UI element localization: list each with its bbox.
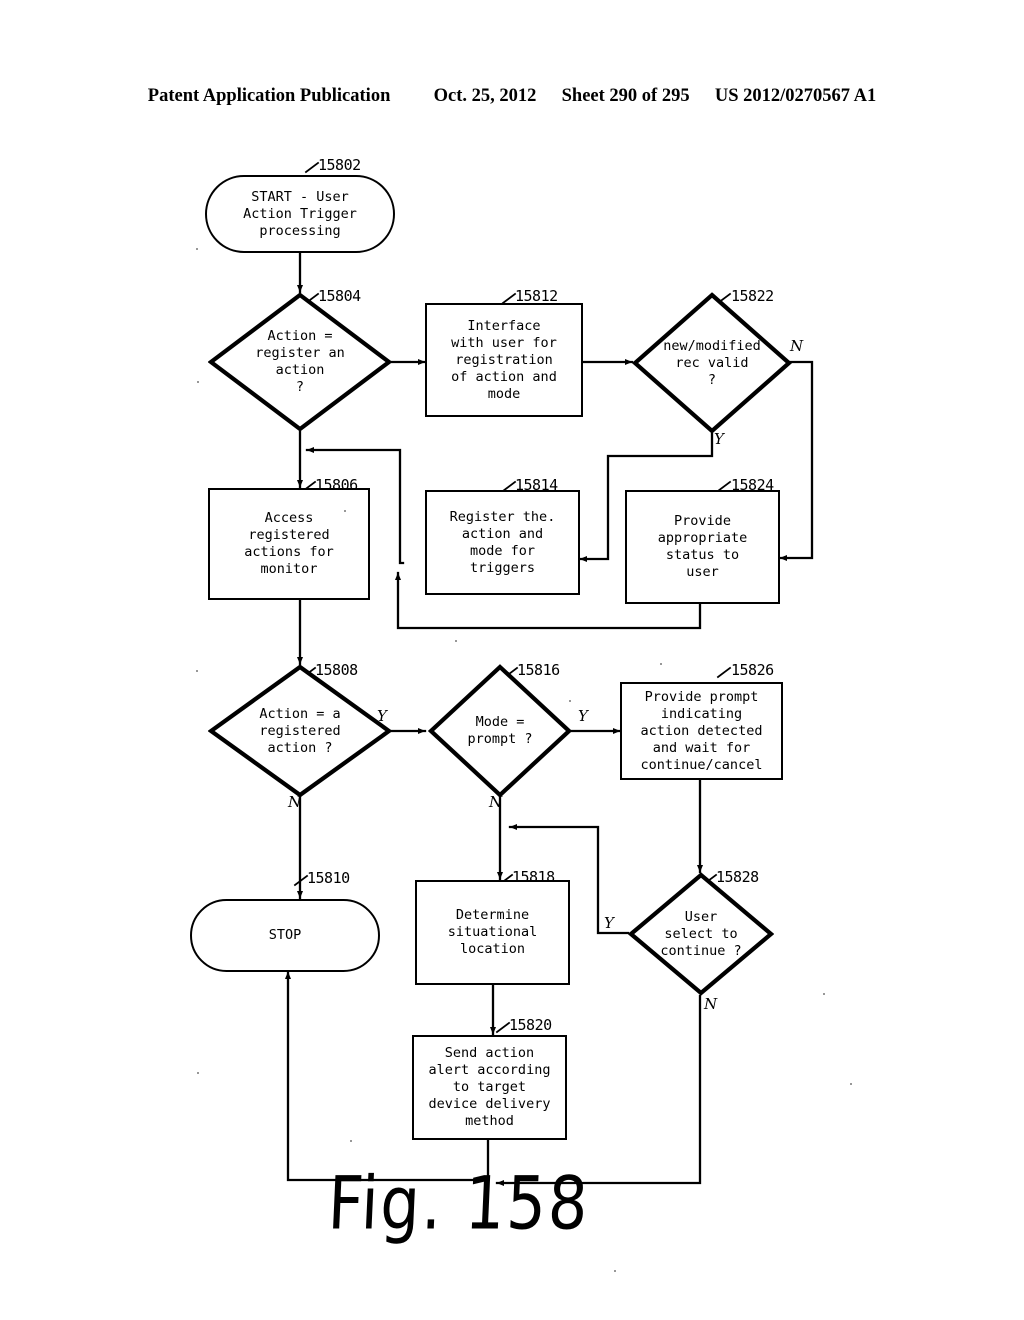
refnum-15812: 15812 [515,287,558,305]
branch-label-15828-no: N [704,995,718,1013]
node-process-15820[interactable]: Send action alert according to target devic… [412,1035,567,1140]
scan-speck [850,1083,852,1085]
leader-15812 [501,292,517,305]
node-decision-15808-label: Action = a registered action ? [259,705,341,756]
branch-label-15816-no: N [489,793,503,811]
node-stop-15810[interactable]: STOP [190,899,380,972]
refnum-15824: 15824 [731,476,774,494]
refnum-15828: 15828 [716,868,759,886]
node-process-15820-label: Send action alert according to target devic… [428,1045,551,1129]
node-start-15802[interactable]: START - User Action Trigger processing [205,175,395,253]
refnum-15806: 15806 [315,476,358,494]
branch-label-15828-yes: Y [604,914,614,932]
branch-label-15822-no: N [790,337,804,355]
node-process-15806-label: Access registered actions for monitor [244,510,334,577]
scan-speck [196,670,198,672]
refnum-15822: 15822 [731,287,774,305]
refnum-15818: 15818 [512,868,555,886]
node-decision-15822-label: new/modified rec valid? [663,337,761,388]
scan-speck [197,1072,199,1074]
branch-label-15808-yes: Y [377,707,387,725]
node-stop-15810-label: STOP [268,927,302,943]
node-process-15824-label: Provide appropriate status to user [657,513,748,580]
branch-label-15808-no: N [288,793,302,811]
branch-label-15822-yes: Y [714,430,724,448]
scan-speck [569,700,571,702]
node-decision-15804[interactable]: Action = register an action? [208,292,392,432]
scan-speck [344,510,346,512]
leader-15826 [716,666,732,679]
figure-caption: Fig. 158 [326,1160,592,1247]
scan-speck [660,663,662,665]
node-process-15812-label: Interface with user for registration of act… [451,317,557,402]
refnum-15808: 15808 [315,661,358,679]
scan-speck [823,993,825,995]
node-process-15824[interactable]: Provide appropriate status to user [625,490,780,604]
scan-speck [455,640,457,642]
scan-speck [350,1140,352,1142]
refnum-15826: 15826 [731,661,774,679]
refnum-15804: 15804 [318,287,361,305]
node-process-15818-label: Determine situational location [447,907,538,957]
node-process-15814-label: Register the. action and mode for triggers [449,508,556,576]
node-process-15812[interactable]: Interface with user for registration of act… [425,303,583,417]
branch-label-15816-yes: Y [578,707,588,725]
leader-15820 [495,1021,511,1034]
node-process-15826[interactable]: Provide prompt indicating action detected a… [620,682,783,780]
node-decision-15828-label: User select to continue ? [660,908,742,959]
refnum-15820: 15820 [509,1016,552,1034]
node-decision-15828[interactable]: User select to continue ? [628,872,774,996]
refnum-15810: 15810 [307,869,350,887]
node-decision-15816-label: Mode = prompt ? [467,714,533,747]
node-process-15818[interactable]: Determine situational location [415,880,570,985]
node-decision-15808[interactable]: Action = a registered action ? [208,664,392,798]
node-decision-15822[interactable]: new/modified rec valid? [632,292,792,434]
refnum-15814: 15814 [515,476,558,494]
refnum-15802: 15802 [318,156,361,174]
scan-speck [196,248,198,250]
flowchart-diagram: START - User Action Trigger processing 158… [0,0,1024,1320]
leader-15802 [304,161,320,174]
node-process-15814[interactable]: Register the. action and mode for triggers [425,490,580,595]
node-start-15802-label: START - User Action Trigger processing [243,188,357,239]
node-decision-15804-label: Action = register an action? [255,328,345,395]
node-process-15826-label: Provide prompt indicating action detected a… [640,688,763,773]
scan-speck [197,381,199,383]
scan-speck [614,1270,616,1272]
node-process-15806[interactable]: Access registered actions for monitor [208,488,370,600]
refnum-15816: 15816 [517,661,560,679]
node-decision-15816[interactable]: Mode = prompt ? [428,664,572,798]
